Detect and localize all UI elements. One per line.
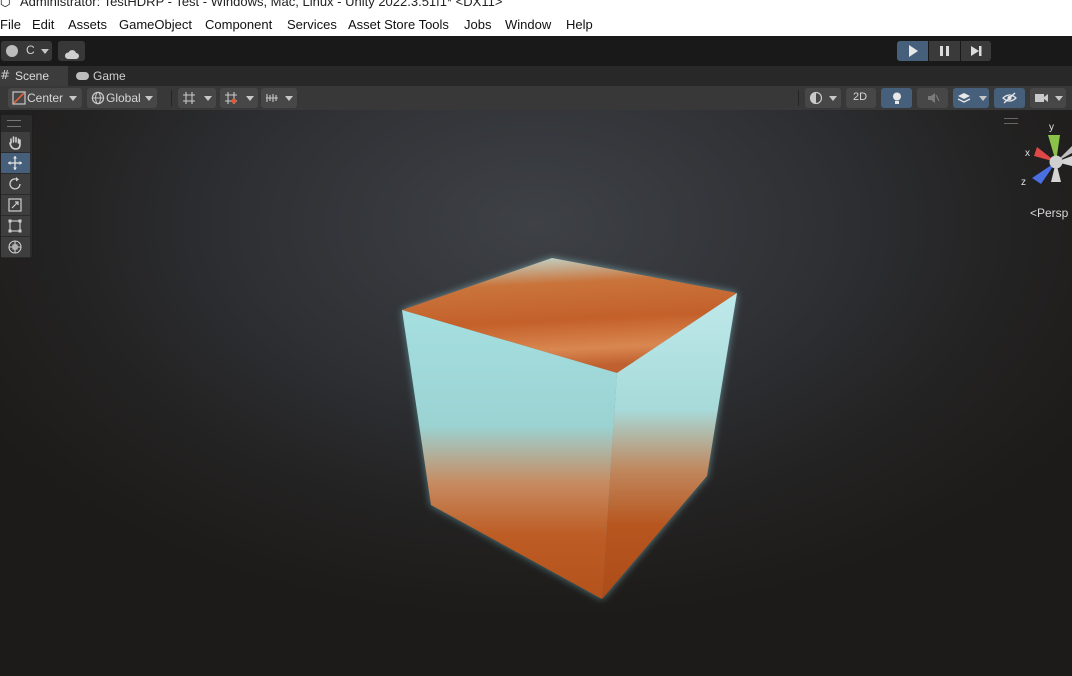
pivot-mode-label: Center: [27, 91, 64, 105]
pause-button[interactable]: [929, 41, 960, 61]
chevron-down-icon: [979, 96, 987, 101]
chevron-down-icon: [69, 96, 77, 101]
grid-icon: #: [0, 68, 11, 82]
menu-file[interactable]: File: [0, 17, 21, 32]
menu-window[interactable]: Window: [505, 17, 551, 32]
account-label: C: [26, 43, 35, 57]
tab-game[interactable]: Game: [76, 66, 136, 86]
menu-edit[interactable]: Edit: [32, 17, 54, 32]
menu-gameobject[interactable]: GameObject: [119, 17, 192, 32]
transform-tool-button[interactable]: [1, 237, 30, 257]
cloud-button[interactable]: [58, 41, 85, 61]
menu-assets[interactable]: Assets: [68, 17, 107, 32]
gizmo-y-label: y: [1049, 122, 1054, 133]
tools-overlay: [0, 114, 33, 259]
chevron-down-icon: [246, 96, 254, 101]
toggle-2d-label: 2D: [853, 91, 868, 103]
move-tool-button[interactable]: [1, 153, 30, 173]
draw-mode-dropdown[interactable]: [805, 88, 841, 108]
account-button[interactable]: C: [1, 41, 52, 61]
window-title: Administrator: TestHDRP - Test - Windows…: [20, 0, 503, 9]
window-title-bar: ⬡ Administrator: TestHDRP - Test - Windo…: [0, 0, 1072, 14]
scene-visibility-button[interactable]: [994, 88, 1025, 108]
toolbar-divider: [171, 90, 172, 106]
chevron-down-icon: [41, 49, 49, 54]
gamepad-icon: [76, 72, 89, 80]
effects-dropdown[interactable]: [953, 88, 989, 108]
rect-tool-button[interactable]: [1, 216, 30, 236]
step-icon: [961, 46, 991, 65]
overlay-menu-handle-icon[interactable]: [1004, 118, 1018, 124]
hand-tool-button[interactable]: [1, 132, 30, 152]
tab-scene-label: Scene: [15, 69, 50, 83]
menu-component[interactable]: Component: [205, 17, 272, 32]
cube-object[interactable]: [380, 240, 760, 610]
tab-scene[interactable]: # Scene: [0, 66, 68, 86]
scale-tool-button[interactable]: [1, 195, 30, 215]
lighting-toggle-button[interactable]: [881, 88, 912, 108]
scene-tab-strip: [0, 66, 1072, 86]
space-mode-label: Global: [106, 91, 141, 105]
projection-toggle[interactable]: <Persp: [1030, 206, 1068, 220]
ruler-button[interactable]: [261, 88, 297, 108]
scene-camera-dropdown[interactable]: [1030, 88, 1066, 108]
grid-snapping-button[interactable]: [178, 88, 216, 108]
drag-handle-icon[interactable]: [7, 120, 21, 127]
toolbar-divider: [798, 90, 799, 106]
menu-jobs[interactable]: Jobs: [464, 17, 491, 32]
chevron-down-icon: [285, 96, 293, 101]
audio-toggle-button[interactable]: [917, 88, 948, 108]
rotate-tool-button[interactable]: [1, 174, 30, 194]
user-icon: [6, 45, 18, 57]
gizmo-z-label: z: [1021, 177, 1026, 188]
play-icon: [909, 45, 918, 57]
increment-snapping-button[interactable]: [220, 88, 258, 108]
menu-asset-store-tools[interactable]: Asset Store Tools: [348, 17, 449, 32]
step-button[interactable]: [961, 41, 991, 61]
toggle-2d-button[interactable]: 2D: [846, 88, 876, 108]
menu-help[interactable]: Help: [566, 17, 593, 32]
chevron-down-icon: [1055, 96, 1063, 101]
pause-icon: [929, 46, 960, 65]
tab-game-label: Game: [93, 69, 126, 83]
pivot-mode-dropdown[interactable]: Center: [8, 88, 82, 108]
gizmo-center-cube[interactable]: [1049, 155, 1063, 169]
space-mode-dropdown[interactable]: Global: [87, 88, 157, 108]
chevron-down-icon: [829, 96, 837, 101]
gizmo-x-label: x: [1025, 148, 1030, 159]
menu-services[interactable]: Services: [287, 17, 337, 32]
unity-logo-icon: ⬡: [0, 0, 11, 9]
chevron-down-icon: [204, 96, 212, 101]
chevron-down-icon: [145, 96, 153, 101]
play-button[interactable]: [897, 41, 928, 61]
cloud-icon: [64, 45, 80, 59]
scene-orientation-gizmo[interactable]: y x z: [1018, 118, 1072, 190]
menu-bar: File Edit Assets GameObject Component Se…: [0, 14, 1072, 36]
